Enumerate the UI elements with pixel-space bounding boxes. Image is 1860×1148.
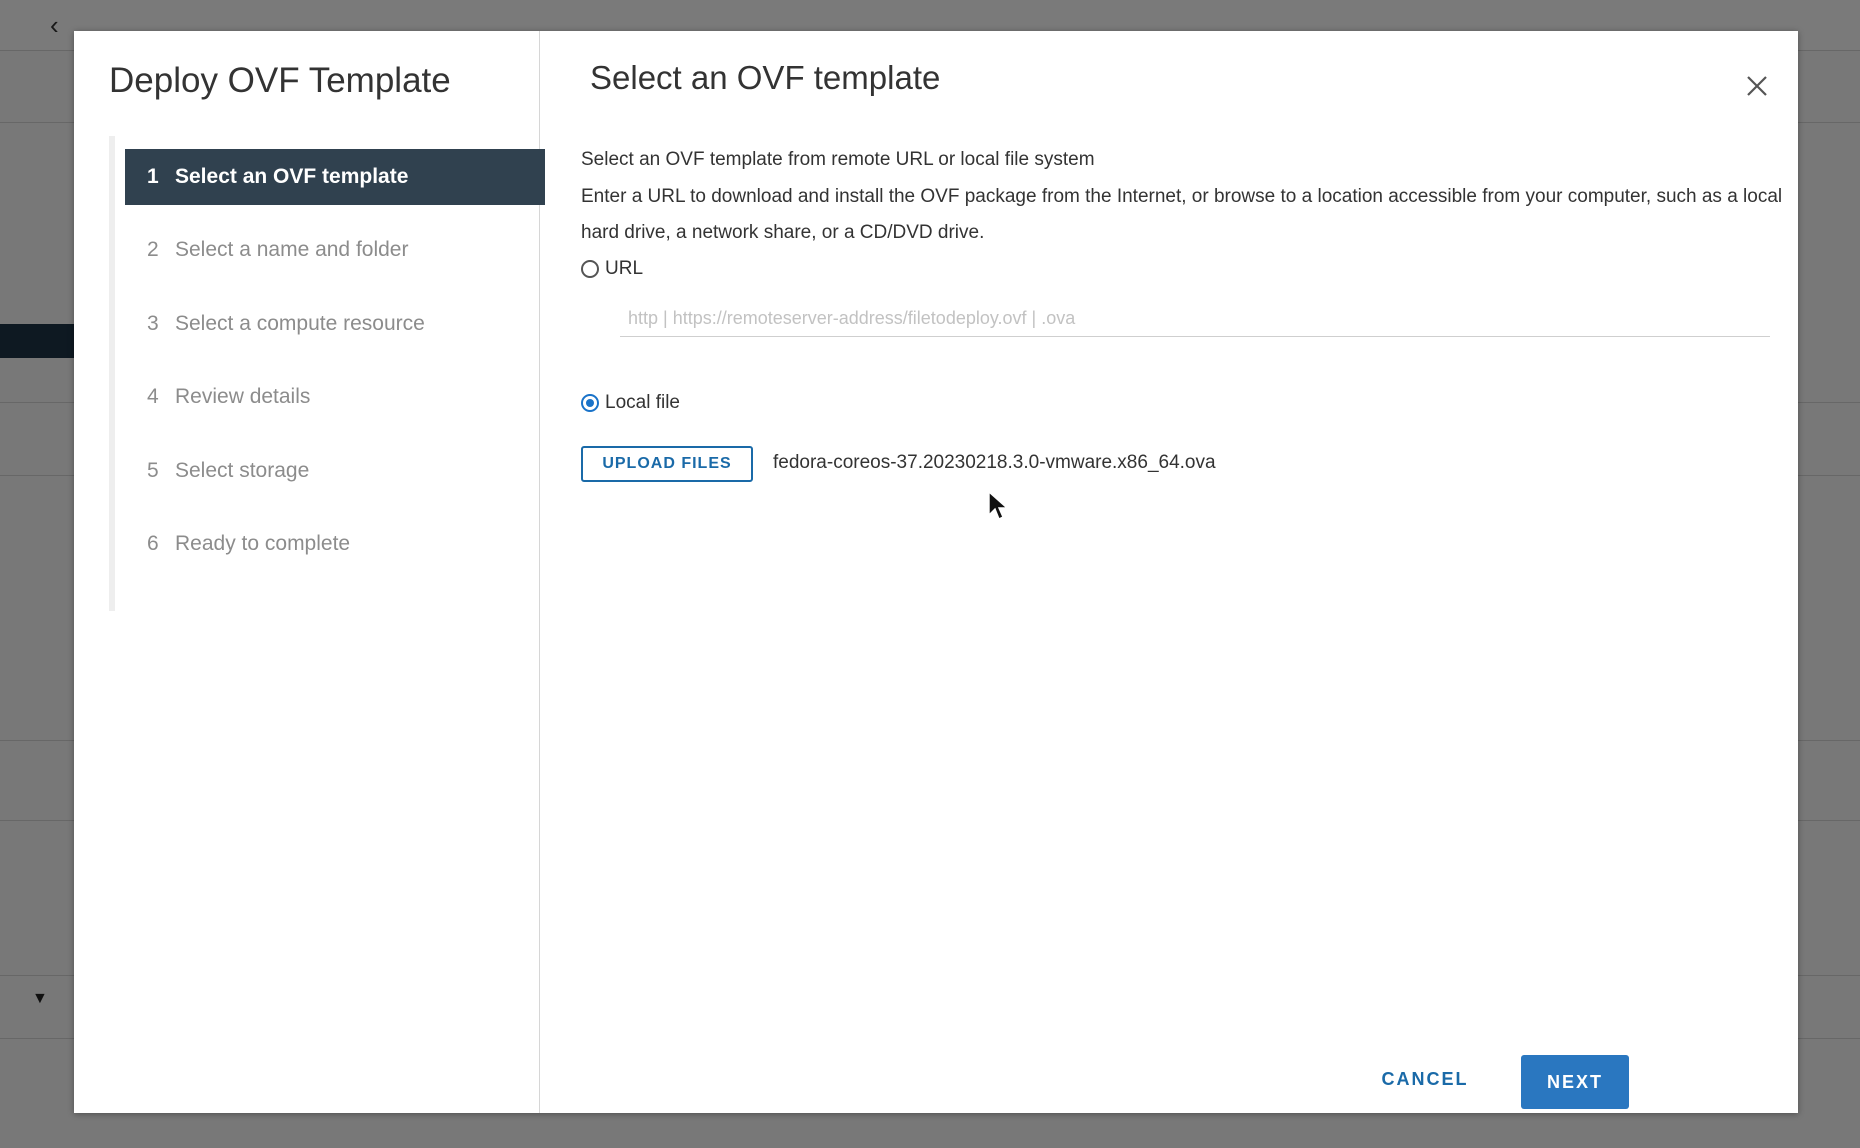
url-radio-option[interactable]: URL <box>581 258 643 280</box>
local-file-radio-label: Local file <box>605 392 680 413</box>
wizard-step-select-ovf-template[interactable]: 1 Select an OVF template <box>125 149 545 205</box>
page-title: Select an OVF template <box>590 59 941 96</box>
wizard-sidebar: Deploy OVF Template 1 Select an OVF temp… <box>74 31 545 1113</box>
wizard-content: Select an OVF template Select an OVF tem… <box>540 31 1798 1113</box>
step-number: 1 <box>147 165 159 188</box>
step-number: 3 <box>147 312 159 335</box>
wizard-step-ready-to-complete[interactable]: 6 Ready to complete <box>125 516 545 572</box>
selected-file-name: fedora-coreos-37.20230218.3.0-vmware.x86… <box>773 452 1216 473</box>
section-description: Enter a URL to download and install the … <box>581 186 1783 243</box>
wizard-step-select-name-folder[interactable]: 2 Select a name and folder <box>125 222 545 278</box>
step-number: 4 <box>147 385 159 408</box>
upload-files-button[interactable]: UPLOAD FILES <box>581 446 753 482</box>
url-radio-label: URL <box>605 258 644 279</box>
step-label: Select a compute resource <box>175 312 425 335</box>
step-number: 6 <box>147 532 159 555</box>
next-button[interactable]: NEXT <box>1521 1055 1629 1109</box>
dialog-title: Deploy OVF Template <box>109 61 451 100</box>
mouse-pointer-icon <box>988 491 1009 520</box>
step-number: 2 <box>147 238 159 261</box>
url-radio[interactable] <box>581 260 599 278</box>
wizard-step-select-storage[interactable]: 5 Select storage <box>125 443 545 499</box>
deploy-ovf-dialog: Deploy OVF Template 1 Select an OVF temp… <box>74 31 1798 1113</box>
local-file-radio[interactable] <box>581 394 599 412</box>
step-label: Select storage <box>175 459 310 482</box>
step-label: Select a name and folder <box>175 238 409 261</box>
step-label: Ready to complete <box>175 532 351 555</box>
url-input[interactable] <box>620 301 1770 337</box>
step-label: Review details <box>175 385 311 408</box>
section-subtitle: Select an OVF template from remote URL o… <box>581 149 1095 170</box>
step-label: Select an OVF template <box>175 165 409 188</box>
step-number: 5 <box>147 459 159 482</box>
wizard-step-select-compute-resource[interactable]: 3 Select a compute resource <box>125 296 545 352</box>
wizard-step-review-details[interactable]: 4 Review details <box>125 369 545 425</box>
wizard-steps: 1 Select an OVF template 2 Select a name… <box>109 136 545 611</box>
close-icon[interactable] <box>1742 71 1772 101</box>
local-file-radio-option[interactable]: Local file <box>581 392 680 414</box>
cancel-button[interactable]: CANCEL <box>1370 1051 1480 1107</box>
